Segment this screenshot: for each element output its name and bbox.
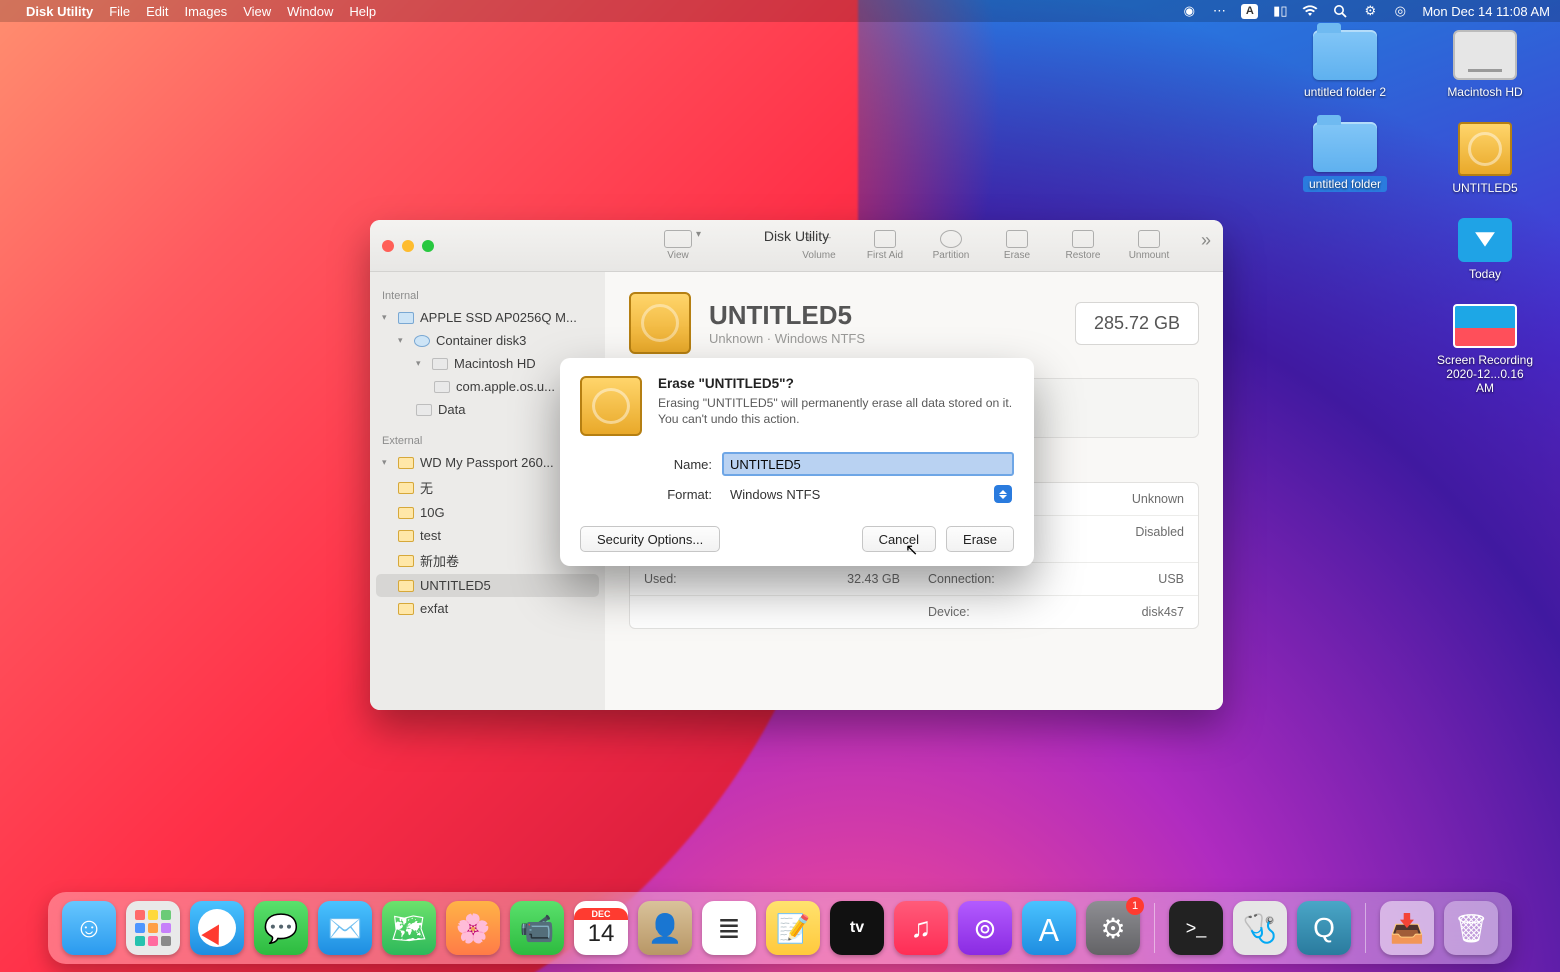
dock-contacts[interactable]: 👤 xyxy=(638,901,692,955)
desktop-label: UNTITLED5 xyxy=(1446,180,1523,196)
format-select[interactable]: Windows NTFS xyxy=(722,482,1014,506)
desktop-folder[interactable]: untitled folder xyxy=(1290,122,1400,196)
desktop-downloads[interactable]: Today xyxy=(1430,218,1540,282)
status-icon[interactable]: ◉ xyxy=(1181,3,1197,19)
dialog-title: Erase "UNTITLED5"? xyxy=(658,376,1014,391)
input-icon[interactable]: A xyxy=(1241,4,1258,19)
menubar: Disk Utility File Edit Images View Windo… xyxy=(0,0,1560,22)
clock[interactable]: Mon Dec 14 11:08 AM xyxy=(1422,4,1550,19)
dock-calendar[interactable]: DEC 14 xyxy=(574,901,628,955)
dock-notes[interactable]: 📝 xyxy=(766,901,820,955)
dock-finder[interactable]: ☺ xyxy=(62,901,116,955)
desktop-label: Macintosh HD xyxy=(1441,84,1528,100)
folder-icon xyxy=(1313,122,1377,172)
name-label: Name: xyxy=(656,457,712,472)
desktop-label: Today xyxy=(1463,266,1507,282)
dock: ☺ 💬 ✉️ 🗺 🌸 📹 DEC 14 👤 ≣ 📝 tv ♫ ⊚ Ａ ⚙ >_ … xyxy=(48,892,1512,964)
wifi-icon[interactable] xyxy=(1302,3,1318,19)
dock-terminal[interactable]: >_ xyxy=(1169,901,1223,955)
downloads-icon xyxy=(1458,218,1512,262)
desktop-label: untitled folder 2 xyxy=(1298,84,1392,100)
dialog-disk-icon xyxy=(580,376,642,436)
dock-music[interactable]: ♫ xyxy=(894,901,948,955)
dialog-description: Erasing "UNTITLED5" will permanently era… xyxy=(658,395,1014,428)
dock-messages[interactable]: 💬 xyxy=(254,901,308,955)
dropdown-icon xyxy=(994,485,1012,503)
desktop-folder[interactable]: untitled folder 2 xyxy=(1290,30,1400,100)
menu-file[interactable]: File xyxy=(109,4,130,19)
dock-mail[interactable]: ✉️ xyxy=(318,901,372,955)
dock-maps[interactable]: 🗺 xyxy=(382,901,436,955)
menu-help[interactable]: Help xyxy=(349,4,376,19)
dock-diskutility[interactable]: 🩺 xyxy=(1233,901,1287,955)
desktop-hd[interactable]: Macintosh HD xyxy=(1430,30,1540,100)
desktop-label: untitled folder xyxy=(1303,176,1387,192)
dock-separator xyxy=(1365,903,1366,953)
dock-tv[interactable]: tv xyxy=(830,901,884,955)
desktop-icons: untitled folder 2 Macintosh HD untitled … xyxy=(1280,30,1540,418)
image-icon xyxy=(1453,304,1517,348)
dock-facetime[interactable]: 📹 xyxy=(510,901,564,955)
dock-reminders[interactable]: ≣ xyxy=(702,901,756,955)
dock-appstore[interactable]: Ａ xyxy=(1022,901,1076,955)
spotlight-icon[interactable] xyxy=(1332,3,1348,19)
desktop-screenrec[interactable]: Screen Recording 2020-12...0.16 AM xyxy=(1430,304,1540,396)
dock-quicktime[interactable]: Q xyxy=(1297,901,1351,955)
format-value: Windows NTFS xyxy=(730,487,820,502)
erase-dialog: Erase "UNTITLED5"? Erasing "UNTITLED5" w… xyxy=(560,358,1034,566)
control-center-icon[interactable]: ⚙ xyxy=(1362,3,1378,19)
dock-separator xyxy=(1154,903,1155,953)
hd-icon xyxy=(1453,30,1517,80)
battery-icon[interactable]: ▮▯ xyxy=(1272,3,1288,19)
cancel-button[interactable]: Cancel xyxy=(862,526,936,552)
dock-trash[interactable]: 🗑 xyxy=(1444,901,1498,955)
desktop-label: Screen Recording 2020-12...0.16 AM xyxy=(1430,352,1540,396)
dock-podcasts[interactable]: ⊚ xyxy=(958,901,1012,955)
format-label: Format: xyxy=(656,487,712,502)
menu-view[interactable]: View xyxy=(243,4,271,19)
name-input[interactable] xyxy=(722,452,1014,476)
security-options-button[interactable]: Security Options... xyxy=(580,526,720,552)
disk-icon xyxy=(1458,122,1512,176)
status-icon[interactable]: ⋯ xyxy=(1211,3,1227,19)
dock-photos[interactable]: 🌸 xyxy=(446,901,500,955)
cursor-icon: ↖ xyxy=(905,540,918,560)
desktop-disk[interactable]: UNTITLED5 xyxy=(1430,122,1540,196)
dock-downloads[interactable]: 📥 xyxy=(1380,901,1434,955)
dock-launchpad[interactable] xyxy=(126,901,180,955)
dock-settings[interactable]: ⚙ xyxy=(1086,901,1140,955)
erase-button[interactable]: Erase xyxy=(946,526,1014,552)
menu-images[interactable]: Images xyxy=(185,4,228,19)
menu-edit[interactable]: Edit xyxy=(146,4,168,19)
folder-icon xyxy=(1313,30,1377,80)
siri-icon[interactable]: ◎ xyxy=(1392,3,1408,19)
dock-safari[interactable] xyxy=(190,901,244,955)
menu-window[interactable]: Window xyxy=(287,4,333,19)
app-name[interactable]: Disk Utility xyxy=(26,4,93,19)
